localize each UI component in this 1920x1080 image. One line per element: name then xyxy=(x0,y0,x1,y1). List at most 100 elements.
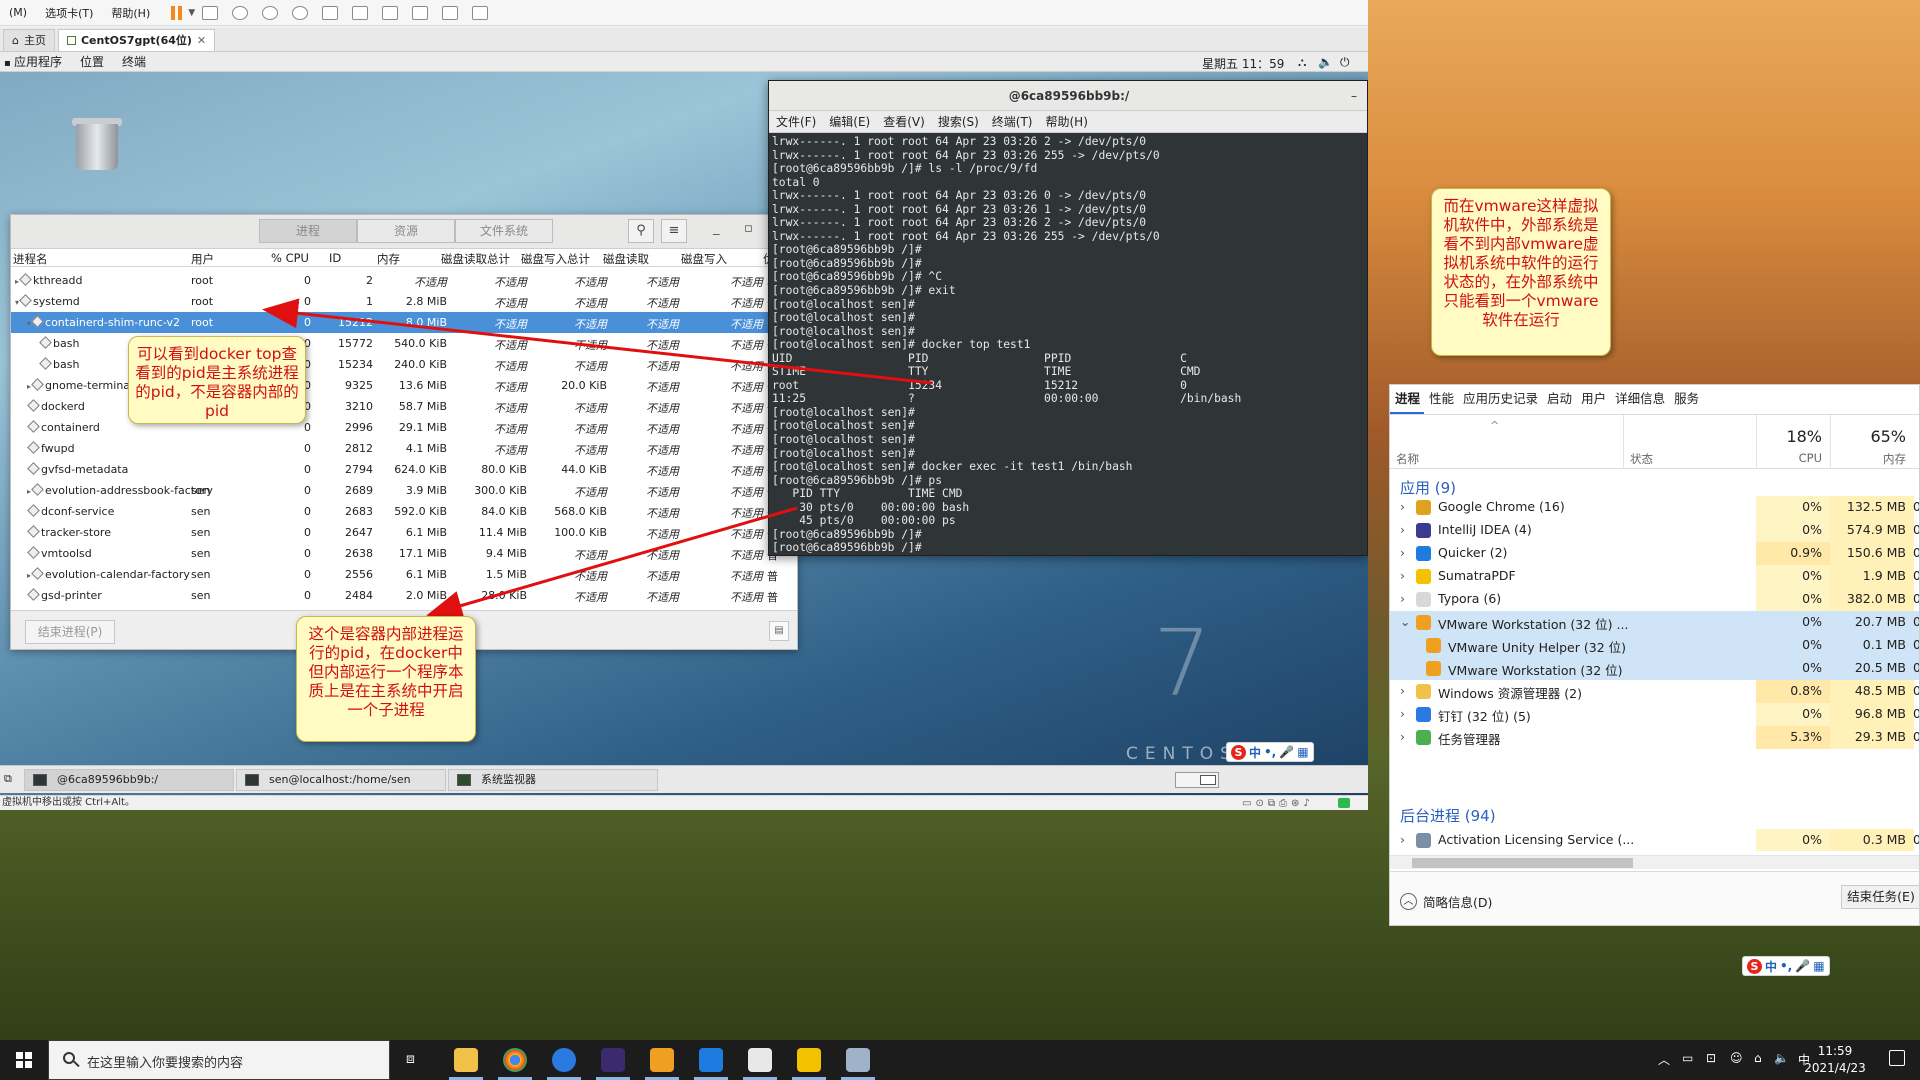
task-row[interactable]: › SumatraPDF 0% 1.9 MB 0 xyxy=(1390,565,1919,588)
network-icon[interactable]: ⌂ xyxy=(1754,1051,1762,1065)
process-row[interactable]: vmtoolsd sen 0 2638 17.1 MiB 9.4 MiB 不适用 不适用 不适用… xyxy=(11,543,797,564)
send-ctrl-alt-del-icon[interactable] xyxy=(202,5,219,20)
host-ime-indicator[interactable]: S 中 •, 🎤 ▦ xyxy=(1742,956,1830,976)
snapshot-icon[interactable] xyxy=(232,5,249,20)
terminal-menu-terminal[interactable]: 终端(T) xyxy=(985,113,1039,130)
process-properties-icon[interactable]: ▤ xyxy=(769,621,789,641)
task-row[interactable]: › Typora (6) 0% 382.0 MB 0 xyxy=(1390,588,1919,611)
tab-centos-vm[interactable]: CentOS7gpt(64位) ✕ xyxy=(57,29,216,51)
tab-processes[interactable]: 进程 xyxy=(1390,388,1425,414)
show-desktop-icon[interactable]: ⧉ xyxy=(4,772,12,786)
stretch-icon[interactable] xyxy=(472,5,489,20)
vmware-menu-view[interactable]: (M) xyxy=(0,6,36,19)
maximize-icon[interactable]: ▫ xyxy=(744,221,753,236)
workspace-switcher[interactable] xyxy=(1175,772,1219,788)
col-status[interactable]: 状态 xyxy=(1623,415,1756,469)
scrollbar-thumb[interactable] xyxy=(1412,858,1633,868)
thumbnail-bar-icon[interactable] xyxy=(352,5,369,20)
terminal-output[interactable]: lrwx------. 1 root root 64 Apr 23 03:26 … xyxy=(769,133,1367,555)
end-task-button[interactable]: 结束任务(E) xyxy=(1841,885,1919,909)
task-row[interactable]: › Activation Licensing Service (... 0% 0.3 … xyxy=(1390,829,1919,851)
col-user[interactable]: 用户 xyxy=(191,251,214,267)
process-row[interactable]: ▸ evolution-calendar-factory sen 0 2556 6.1 M… xyxy=(11,564,797,585)
dingtalk-icon[interactable] xyxy=(552,1048,576,1072)
taskbar-item-system-monitor[interactable]: 系统监视器 xyxy=(448,769,658,791)
vmware-menu-tabs[interactable]: 选项卡(T) xyxy=(36,5,102,21)
tab-details[interactable]: 详细信息 xyxy=(1610,388,1669,414)
console-icon[interactable] xyxy=(442,5,459,20)
close-icon[interactable]: ✕ xyxy=(197,30,206,51)
expand-chevron-icon[interactable]: › xyxy=(1400,706,1405,721)
tab-performance[interactable]: 性能 xyxy=(1424,388,1458,414)
tab-home[interactable]: ⌂ 主页 xyxy=(3,29,55,51)
search-box[interactable]: 在这里输入你要搜索的内容 xyxy=(48,1040,390,1080)
tab-resources[interactable]: 资源 xyxy=(357,219,455,243)
device-status-icons[interactable]: ▭⊙⧉⎙⊛♪ xyxy=(1242,797,1314,811)
tray-app-icon[interactable]: ☺ xyxy=(1730,1051,1743,1065)
task-row[interactable]: › 任务管理器 5.3% 29.3 MB 0 xyxy=(1390,726,1919,749)
terminal-menu-file[interactable]: 文件(F) xyxy=(769,113,822,130)
process-row[interactable]: gvfsd-metadata 0 2794 624.0 KiB 80.0 KiB 44.0… xyxy=(11,459,797,480)
expand-chevron-icon[interactable]: ⌄ xyxy=(1400,614,1410,629)
task-view-icon[interactable]: ⧈ xyxy=(406,1051,415,1067)
volume-icon[interactable]: 🔈 xyxy=(1774,1051,1789,1065)
tab-users[interactable]: 用户 xyxy=(1576,388,1610,414)
typora-icon[interactable] xyxy=(748,1048,772,1072)
minimize-icon[interactable]: – xyxy=(1351,81,1357,111)
show-library-icon[interactable] xyxy=(322,5,339,20)
chrome-icon[interactable] xyxy=(503,1048,527,1072)
expand-chevron-icon[interactable]: › xyxy=(1400,499,1405,514)
taskbar-clock[interactable]: 11:59 2021/4/23 xyxy=(1797,1043,1873,1077)
expand-chevron-icon[interactable]: › xyxy=(1400,832,1405,847)
task-row[interactable]: ⌄ VMware Workstation (32 位) ... 0% 20.7 MB 0 xyxy=(1390,611,1919,634)
power-icon[interactable]: ⏻ xyxy=(1340,55,1350,70)
col-disk-write[interactable]: 磁盘写入 xyxy=(681,251,727,267)
start-icon[interactable] xyxy=(16,1052,32,1068)
search-icon[interactable]: ⚲ xyxy=(628,219,654,243)
col-disk-read[interactable]: 磁盘读取 xyxy=(603,251,649,267)
expand-chevron-icon[interactable]: › xyxy=(1400,522,1405,537)
menu-icon[interactable]: ≡ xyxy=(661,219,687,243)
chevron-up-icon[interactable]: ︿ xyxy=(1658,1051,1670,1068)
process-row[interactable]: tracker-store sen 0 2647 6.1 MiB 11.4 MiB 100.… xyxy=(11,522,797,543)
places-menu[interactable]: 位置 xyxy=(71,53,113,70)
expand-chevron-icon[interactable]: › xyxy=(1400,591,1405,606)
tab-services[interactable]: 服务 xyxy=(1669,388,1703,414)
sort-up-icon[interactable]: ^ xyxy=(1490,419,1499,432)
process-row[interactable]: ▾systemdroot012.8 MiB不适用不适用不适用不适用普 xyxy=(11,291,797,312)
applications-menu[interactable]: ▪ 应用程序 xyxy=(0,53,71,70)
volume-icon[interactable]: 🔈 xyxy=(1318,55,1333,69)
intellij-icon[interactable] xyxy=(601,1048,625,1072)
horizontal-scrollbar[interactable] xyxy=(1390,855,1919,869)
network-icon[interactable]: ⛬ xyxy=(1298,55,1306,70)
expand-chevron-icon[interactable]: › xyxy=(1400,729,1405,744)
terminal-menu[interactable]: 终端 xyxy=(113,53,155,70)
terminal-menu-help[interactable]: 帮助(H) xyxy=(1039,113,1094,130)
sumatrapdf-icon[interactable] xyxy=(797,1048,821,1072)
col-name[interactable]: 名称 xyxy=(1396,451,1419,467)
tab-processes[interactable]: 进程 xyxy=(259,219,357,243)
task-row[interactable]: VMware Workstation (32 位) 0% 20.5 MB 0 xyxy=(1390,657,1919,680)
tab-startup[interactable]: 启动 xyxy=(1542,388,1576,414)
task-row[interactable]: › Windows 资源管理器 (2) 0.8% 48.5 MB 0 xyxy=(1390,680,1919,703)
expand-chevron-icon[interactable]: › xyxy=(1400,568,1405,583)
tab-app-history[interactable]: 应用历史记录 xyxy=(1458,388,1542,414)
file-explorer-icon[interactable] xyxy=(454,1048,478,1072)
notification-icon[interactable] xyxy=(1889,1050,1905,1066)
col-memory[interactable]: 65% 内存 xyxy=(1830,415,1914,469)
col-disk-read-total[interactable]: 磁盘读取总计 xyxy=(441,251,510,267)
tab-file-systems[interactable]: 文件系统 xyxy=(455,219,553,243)
task-row[interactable]: › Google Chrome (16) 0% 132.5 MB 0 xyxy=(1390,496,1919,519)
terminal-menu-search[interactable]: 搜索(S) xyxy=(931,113,985,130)
task-row[interactable]: › Quicker (2) 0.9% 150.6 MB 0 xyxy=(1390,542,1919,565)
col-disk-write-total[interactable]: 磁盘写入总计 xyxy=(521,251,590,267)
taskbar-item-host-terminal[interactable]: sen@localhost:/home/sen xyxy=(236,769,446,791)
revert-snapshot-icon[interactable] xyxy=(262,5,279,20)
fewer-details-button[interactable]: ︿ 简略信息(D) xyxy=(1400,892,1492,911)
guest-ime-indicator[interactable]: S 中 •, 🎤 ▦ xyxy=(1226,742,1314,762)
process-row[interactable]: ▸kthreaddroot02不适用不适用不适用不适用不适用非 xyxy=(11,270,797,291)
snapshot-manager-icon[interactable] xyxy=(292,5,309,20)
task-row[interactable]: › IntelliJ IDEA (4) 0% 574.9 MB 0 xyxy=(1390,519,1919,542)
process-row[interactable]: ▸ evolution-addressbook-factory sen 0 2689 3.… xyxy=(11,480,797,501)
quicker-icon[interactable] xyxy=(699,1048,723,1072)
